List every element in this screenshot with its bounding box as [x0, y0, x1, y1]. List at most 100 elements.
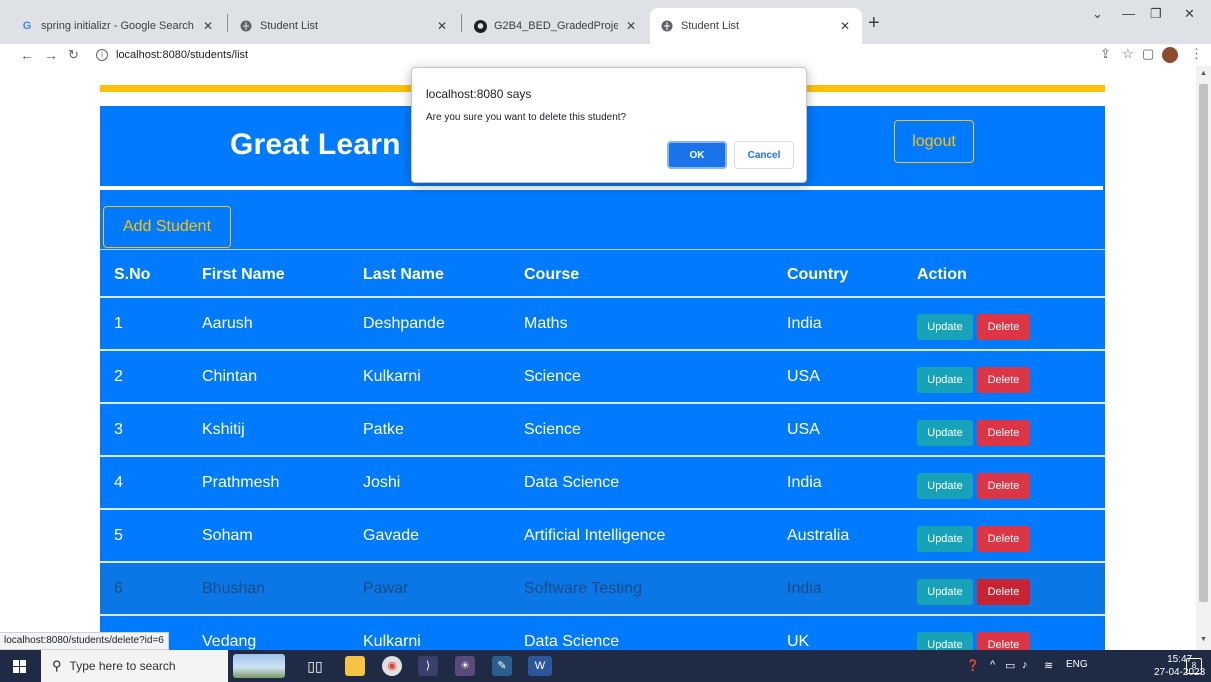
delete-button[interactable]: Delete: [977, 526, 1030, 552]
new-tab-icon[interactable]: +: [868, 13, 880, 33]
cell-sno: 6: [114, 580, 123, 597]
status-bar-link: localhost:8080/students/delete?id=6: [0, 632, 169, 650]
battery-icon[interactable]: ▭: [1005, 659, 1015, 672]
help-icon[interactable]: ❓: [966, 659, 980, 672]
close-tab-icon[interactable]: ✕: [838, 19, 852, 33]
cell-first-name: Soham: [202, 527, 253, 544]
logout-button[interactable]: logout: [894, 120, 974, 163]
table-row: 7 Vedang Kulkarni Data Science UK Update…: [100, 616, 1105, 650]
delete-button[interactable]: Delete: [977, 579, 1030, 605]
cell-first-name: Vedang: [202, 633, 257, 650]
scroll-down-icon[interactable]: ▼: [1200, 636, 1207, 643]
notification-count: 8: [1191, 661, 1197, 670]
cell-sno: 2: [114, 368, 123, 385]
delete-button[interactable]: Delete: [977, 420, 1030, 446]
update-button[interactable]: Update: [917, 420, 973, 446]
github-icon: [473, 19, 487, 33]
scrollbar-thumb[interactable]: [1199, 84, 1208, 602]
add-student-button[interactable]: Add Student: [103, 206, 231, 248]
restore-icon[interactable]: ❐: [1150, 6, 1162, 22]
column-header-course: Course: [524, 266, 580, 283]
widgets-icon[interactable]: [233, 654, 285, 678]
dialog-ok-button[interactable]: OK: [667, 141, 727, 169]
tray-chevron-icon[interactable]: ^: [990, 659, 995, 671]
tab-student-list-active[interactable]: Student List ✕: [650, 8, 862, 44]
update-button[interactable]: Update: [917, 632, 973, 650]
update-button[interactable]: Update: [917, 526, 973, 552]
tab-google-search[interactable]: G spring initializr - Google Search ✕: [10, 8, 225, 44]
tab-title: spring initializr - Google Search: [41, 20, 194, 32]
cell-country: USA: [787, 368, 820, 385]
bookmark-star-icon[interactable]: ☆: [1122, 46, 1134, 62]
table-row-hovered: 6 Bhushan Pawar Software Testing India U…: [100, 563, 1105, 616]
side-panel-icon[interactable]: ▢: [1142, 46, 1154, 62]
table-row: 4 Prathmesh Joshi Data Science India Upd…: [100, 457, 1105, 510]
notifications-icon[interactable]: 8: [1186, 658, 1202, 674]
reload-icon[interactable]: ↻: [68, 44, 79, 66]
close-window-icon[interactable]: ✕: [1184, 6, 1195, 22]
delete-button[interactable]: Delete: [977, 632, 1030, 650]
tab-student-list-1[interactable]: Student List ✕: [229, 8, 459, 44]
site-info-icon[interactable]: i: [96, 49, 108, 61]
address-text: localhost:8080/students/list: [116, 49, 249, 61]
task-view-icon[interactable]: ▯▯: [305, 656, 325, 676]
address-bar[interactable]: i localhost:8080/students/list: [96, 44, 248, 66]
cell-course: Science: [524, 368, 581, 385]
dialog-cancel-button[interactable]: Cancel: [734, 141, 794, 169]
cell-country: India: [787, 580, 822, 597]
cell-sno: 1: [114, 315, 123, 332]
table-row: 1 Aarush Deshpande Maths India Update De…: [100, 298, 1105, 351]
cell-first-name: Kshitij: [202, 421, 245, 438]
minimize-icon[interactable]: —: [1122, 6, 1135, 21]
column-header-first-name: First Name: [202, 266, 285, 283]
paint-icon[interactable]: ✎: [492, 656, 512, 676]
back-icon[interactable]: ←: [20, 44, 34, 66]
cell-sno: 4: [114, 474, 123, 491]
volume-icon[interactable]: ♪: [1022, 659, 1028, 671]
table-row: 2 Chintan Kulkarni Science USA Update De…: [100, 351, 1105, 404]
update-button[interactable]: Update: [917, 579, 973, 605]
vscode-icon[interactable]: ⟩: [418, 656, 438, 676]
cell-sno: 3: [114, 421, 123, 438]
windows-start-icon[interactable]: [13, 660, 26, 673]
browser-toolbar: ← → ↻ i localhost:8080/students/list ⇪ ☆…: [0, 44, 1211, 66]
cell-country: USA: [787, 421, 820, 438]
language-indicator[interactable]: ENG: [1066, 659, 1088, 670]
wifi-icon[interactable]: ≋: [1044, 659, 1053, 672]
delete-button[interactable]: Delete: [977, 314, 1030, 340]
eclipse-icon[interactable]: ☀: [455, 656, 475, 676]
cell-last-name: Kulkarni: [363, 368, 421, 385]
cell-last-name: Deshpande: [363, 315, 445, 332]
table-header: S.No First Name Last Name Course Country…: [100, 249, 1105, 298]
word-icon[interactable]: W: [528, 656, 552, 676]
tab-separator: [461, 14, 462, 32]
share-icon[interactable]: ⇪: [1100, 46, 1111, 62]
tab-search-chevron-icon[interactable]: ⌄: [1092, 6, 1103, 22]
cell-course: Software Testing: [524, 580, 642, 597]
update-button[interactable]: Update: [917, 473, 973, 499]
tab-github[interactable]: G2B4_BED_GradedProject3/Ticke ✕: [463, 8, 648, 44]
delete-button[interactable]: Delete: [977, 473, 1030, 499]
forward-icon[interactable]: →: [44, 44, 58, 66]
chrome-icon[interactable]: ◉: [382, 656, 402, 676]
scroll-up-icon[interactable]: ▲: [1200, 70, 1207, 77]
profile-avatar[interactable]: [1162, 47, 1178, 63]
update-button[interactable]: Update: [917, 367, 973, 393]
column-header-country: Country: [787, 266, 849, 283]
close-tab-icon[interactable]: ✕: [201, 19, 215, 33]
cell-last-name: Pawar: [363, 580, 409, 597]
cell-country: UK: [787, 633, 810, 650]
menu-kebab-icon[interactable]: ⋮: [1190, 46, 1203, 62]
delete-button[interactable]: Delete: [977, 367, 1030, 393]
cell-course: Data Science: [524, 633, 620, 650]
file-explorer-icon[interactable]: [345, 656, 365, 676]
dialog-message: Are you sure you want to delete this stu…: [426, 112, 627, 123]
taskbar-search-box[interactable]: ⚲ Type here to search: [41, 650, 228, 682]
update-button[interactable]: Update: [917, 314, 973, 340]
globe-icon: [239, 19, 253, 33]
close-tab-icon[interactable]: ✕: [624, 19, 638, 33]
cell-country: India: [787, 474, 822, 491]
page-scrollbar[interactable]: ▲ ▼: [1196, 66, 1211, 650]
cell-first-name: Prathmesh: [202, 474, 280, 491]
close-tab-icon[interactable]: ✕: [435, 19, 449, 33]
